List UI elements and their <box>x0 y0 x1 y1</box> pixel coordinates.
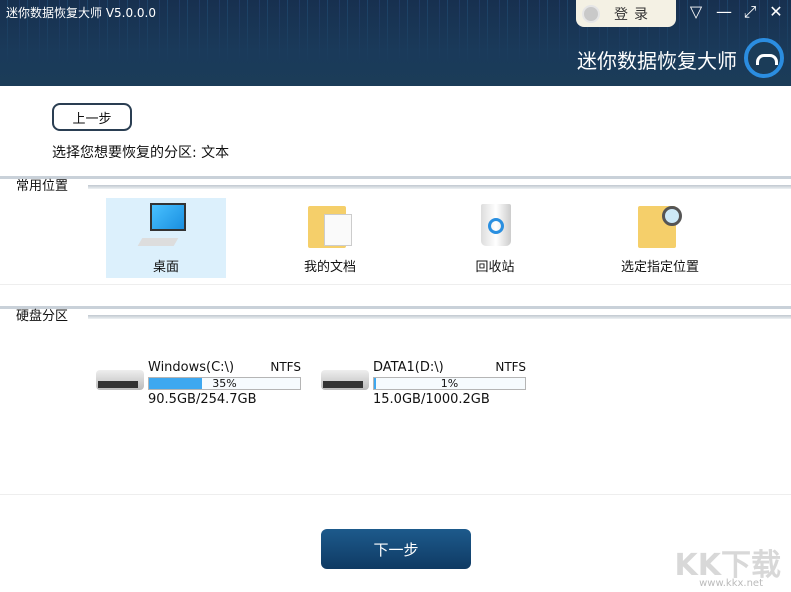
login-label: 登录 <box>614 6 654 23</box>
back-button[interactable]: 上一步 <box>52 103 132 131</box>
location-custom[interactable]: 选定指定位置 <box>600 198 720 278</box>
usage-bar: 1% <box>373 377 526 390</box>
usage-bar: 35% <box>148 377 301 390</box>
brand-name: 迷你数据恢复大师 <box>577 49 737 73</box>
hard-drive-icon <box>321 370 369 390</box>
location-label: 桌面 <box>152 260 179 275</box>
filesystem-label: NTFS <box>495 360 526 374</box>
avatar-icon <box>582 4 600 23</box>
title-bar: 迷你数据恢复大师 V5.0.0.0 登录 ▽ — ⤢ ✕ 迷你数据恢复大师 <box>0 0 791 86</box>
location-desktop[interactable]: 桌面 <box>106 198 226 278</box>
location-documents[interactable]: 我的文档 <box>270 198 390 278</box>
recycle-bin-icon <box>469 200 521 250</box>
maximize-icon[interactable]: ⤢ <box>740 2 760 22</box>
location-recycle-bin[interactable]: 回收站 <box>435 198 555 278</box>
desktop-icon <box>137 200 192 250</box>
section-title: 硬盘分区 <box>16 309 69 324</box>
filesystem-label: NTFS <box>270 360 301 374</box>
watermark-url: www.kkx.net <box>699 578 763 589</box>
minimize-icon[interactable]: — <box>714 2 734 21</box>
folder-search-icon <box>634 200 686 250</box>
partition-name: Windows(C:\) <box>148 360 235 375</box>
location-label: 选定指定位置 <box>620 260 699 275</box>
location-label: 我的文档 <box>303 260 356 275</box>
app-logo-icon <box>744 38 784 78</box>
usage-percent: 35% <box>212 377 237 390</box>
close-icon[interactable]: ✕ <box>766 2 786 21</box>
menu-dropdown-icon[interactable]: ▽ <box>686 2 706 21</box>
login-button[interactable]: 登录 <box>576 0 676 27</box>
partition-d[interactable]: DATA1(D:\) NTFS 1% 15.0GB/1000.2GB <box>321 360 526 408</box>
prompt-text: 选择您想要恢复的分区: 文本 <box>52 145 230 161</box>
section-title: 常用位置 <box>16 179 69 194</box>
hard-drive-icon <box>96 370 144 390</box>
window-title: 迷你数据恢复大师 V5.0.0.0 <box>6 6 157 20</box>
partition-size: 90.5GB/254.7GB <box>148 392 257 407</box>
next-button[interactable]: 下一步 <box>321 529 471 569</box>
partition-c[interactable]: Windows(C:\) NTFS 35% 90.5GB/254.7GB <box>96 360 301 408</box>
documents-folder-icon <box>304 200 356 250</box>
partition-size: 15.0GB/1000.2GB <box>373 392 490 407</box>
usage-percent: 1% <box>440 377 459 390</box>
location-label: 回收站 <box>475 260 515 275</box>
partition-name: DATA1(D:\) <box>373 360 444 375</box>
